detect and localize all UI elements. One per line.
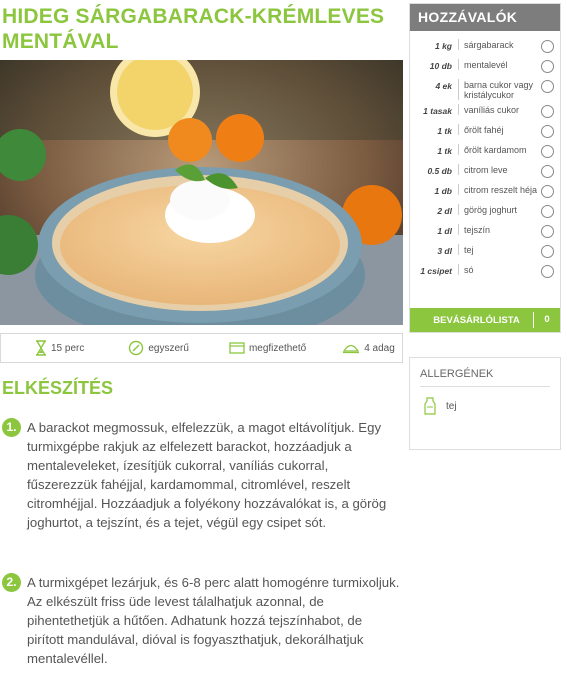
- soup-image: [0, 60, 403, 325]
- ingredient-qty: 1 tk: [437, 146, 452, 156]
- allergens-panel: ALLERGÉNEK tej: [409, 357, 561, 450]
- ingredient-name: vaníliás cukor: [458, 104, 544, 115]
- milk-icon: [424, 397, 436, 415]
- ingredient-qty: 10 db: [429, 61, 452, 71]
- ingredient-row: 1 db citrom reszelt héja: [410, 182, 560, 202]
- ingredient-row: 1 dl tejszín: [410, 222, 560, 242]
- preparation-step: 1. A barackot megmossuk, elfelezzük, a m…: [2, 418, 402, 532]
- step-text: A turmixgépet lezárjuk, és 6-8 perc alat…: [27, 575, 400, 666]
- ingredient-row: 1 tk őrölt fahéj: [410, 122, 560, 142]
- ingredient-checkbox[interactable]: [541, 165, 554, 178]
- ingredient-name: citrom reszelt héja: [458, 184, 544, 195]
- step-number: 2.: [2, 573, 21, 592]
- ingredient-checkbox[interactable]: [541, 105, 554, 118]
- ingredient-checkbox[interactable]: [541, 125, 554, 138]
- ingredient-name: sárgabarack: [458, 39, 544, 50]
- recipe-title: HIDEG SÁRGABARACK-KRÉMLEVES MENTÁVAL: [2, 5, 385, 53]
- ingredient-checkbox[interactable]: [541, 245, 554, 258]
- ingredient-list: 1 kg sárgabarack 10 db mentalevél 4 ek barn…: [410, 31, 560, 282]
- shopping-list-count: 0: [533, 312, 560, 328]
- ingredient-name: őrölt kardamom: [458, 144, 544, 155]
- stat-servings: 4 adag: [342, 342, 395, 354]
- stat-difficulty: egyszerű: [128, 340, 189, 356]
- ingredients-panel: HOZZÁVALÓK 1 kg sárgabarack 10 db mentalev…: [409, 3, 561, 333]
- ingredient-checkbox[interactable]: [541, 225, 554, 238]
- ingredient-qty: 2 dl: [437, 206, 452, 216]
- ingredient-name: citrom leve: [458, 164, 544, 175]
- ingredient-name: barna cukor vagy kristálycukor: [458, 79, 544, 100]
- step-number: 1.: [2, 418, 21, 437]
- ingredient-checkbox[interactable]: [541, 205, 554, 218]
- ingredient-checkbox[interactable]: [541, 40, 554, 53]
- ingredient-qty: 1 db: [434, 186, 452, 196]
- shopping-list-button[interactable]: BEVÁSÁRLÓLISTA 0: [410, 308, 560, 332]
- ingredient-qty: 1 tasak: [423, 106, 452, 116]
- ingredient-qty: 1 kg: [434, 41, 452, 51]
- ingredient-row: 0.5 db citrom leve: [410, 162, 560, 182]
- ingredient-qty: 1 dl: [437, 226, 452, 236]
- step-text: A barackot megmossuk, elfelezzük, a mago…: [27, 420, 387, 530]
- ingredient-name: tej: [458, 244, 544, 255]
- stat-price-label: megfizethető: [248, 342, 307, 354]
- ingredient-qty: 3 dl: [437, 246, 452, 256]
- ingredient-name: só: [458, 264, 544, 275]
- ingredient-checkbox[interactable]: [541, 60, 554, 73]
- allergen-name: tej: [446, 400, 457, 412]
- stat-time: 15 perc: [35, 340, 84, 356]
- ingredient-checkbox[interactable]: [541, 185, 554, 198]
- stat-price: megfizethető: [229, 341, 306, 355]
- stat-time-label: 15 perc: [51, 342, 85, 354]
- preparation-step: 2. A turmixgépet lezárjuk, és 6-8 perc a…: [2, 573, 402, 668]
- ingredient-qty: 1 tk: [437, 126, 452, 136]
- ingredient-row: 2 dl görög joghurt: [410, 202, 560, 222]
- allergens-title: ALLERGÉNEK: [420, 368, 550, 387]
- stat-difficulty-label: egyszerű: [148, 342, 189, 354]
- stat-servings-label: 4 adag: [364, 342, 395, 354]
- ingredient-checkbox[interactable]: [541, 265, 554, 278]
- ingredient-row: 4 ek barna cukor vagy kristálycukor: [410, 77, 560, 102]
- ingredient-name: mentalevél: [458, 59, 544, 70]
- allergen-item: tej: [424, 397, 560, 415]
- ingredient-row: 1 tk őrölt kardamom: [410, 142, 560, 162]
- ingredient-row: 1 tasak vaníliás cukor: [410, 102, 560, 122]
- ingredient-checkbox[interactable]: [541, 145, 554, 158]
- ingredient-checkbox[interactable]: [541, 80, 554, 93]
- ingredient-row: 1 csipet só: [410, 262, 560, 282]
- recipe-stats-bar: 15 perc egyszerű megfizethető 4 adag: [0, 333, 403, 363]
- price-icon: [229, 342, 245, 354]
- recipe-photo: [0, 60, 403, 325]
- ingredient-qty: 1 csipet: [420, 266, 452, 276]
- ingredients-title: HOZZÁVALÓK: [410, 4, 560, 31]
- ingredient-row: 3 dl tej: [410, 242, 560, 262]
- shopping-list-label: BEVÁSÁRLÓLISTA: [433, 314, 520, 326]
- ingredient-name: őrölt fahéj: [458, 124, 544, 135]
- ingredient-row: 1 kg sárgabarack: [410, 37, 560, 57]
- ingredient-name: görög joghurt: [458, 204, 544, 215]
- preparation-title: ELKÉSZÍTÉS: [2, 378, 114, 398]
- ingredient-row: 10 db mentalevél: [410, 57, 560, 77]
- ingredient-name: tejszín: [458, 224, 544, 235]
- hourglass-icon: [36, 340, 46, 356]
- serving-icon: [343, 344, 360, 354]
- ingredient-qty: 4 ek: [435, 81, 452, 91]
- ingredient-qty: 0.5 db: [427, 166, 452, 176]
- difficulty-icon: [129, 340, 144, 356]
